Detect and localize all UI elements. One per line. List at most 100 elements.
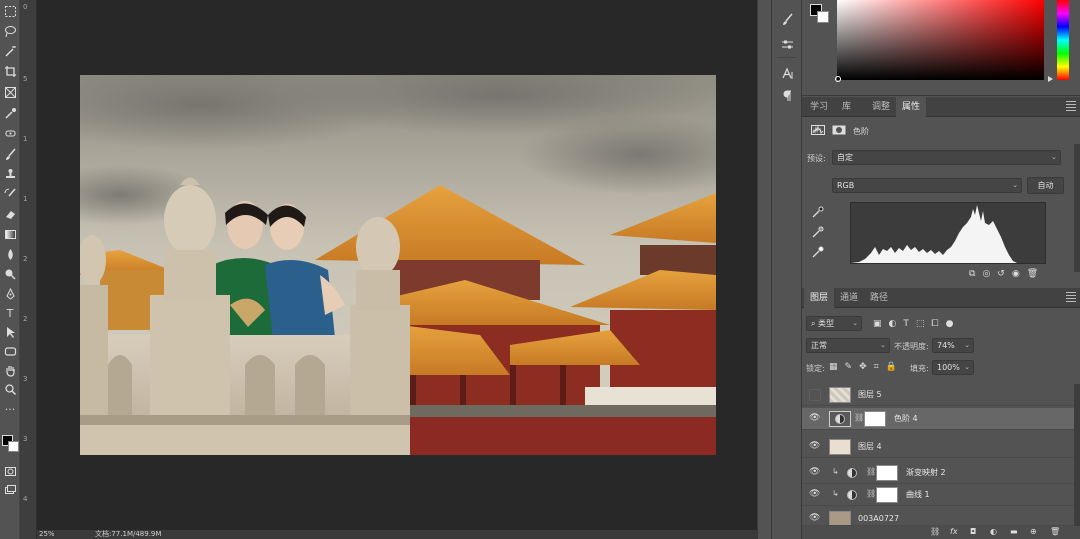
filter-smart-object-icon[interactable]: ⧠	[931, 319, 938, 329]
lock-artboard-icon[interactable]: ⌗	[874, 362, 879, 372]
hand-tool-icon[interactable]	[1, 361, 19, 379]
tab-libraries[interactable]: 库	[836, 97, 857, 117]
layer-name[interactable]: 图层 4	[858, 436, 882, 458]
layer-mask-thumbnail[interactable]	[876, 487, 898, 503]
layer-mask-icon[interactable]	[832, 125, 846, 138]
pen-tool-icon[interactable]	[1, 285, 19, 303]
lock-all-icon[interactable]: 🔒	[886, 362, 897, 372]
tab-adjustments[interactable]: 调整	[866, 97, 896, 117]
foreground-background-swatches[interactable]	[2, 432, 20, 458]
layer-mask-thumbnail[interactable]	[864, 411, 886, 427]
eye-icon[interactable]: 👁	[809, 441, 821, 453]
layer-name[interactable]: 图层 5	[858, 384, 882, 406]
path-selection-tool-icon[interactable]	[1, 323, 19, 341]
auto-button[interactable]: 自动	[1027, 177, 1064, 194]
adjustments-icon[interactable]	[778, 35, 796, 53]
background-color-swatch[interactable]	[8, 441, 19, 452]
white-point-eyedropper-icon[interactable]	[812, 246, 824, 258]
gradient-tool-icon[interactable]	[1, 225, 19, 243]
brush-settings-icon[interactable]	[778, 10, 796, 28]
character-icon[interactable]	[778, 64, 796, 82]
link-icon[interactable]: ⛓	[854, 413, 864, 422]
channel-dropdown[interactable]: RGB ⌄	[832, 178, 1022, 193]
paragraph-icon[interactable]	[778, 86, 796, 104]
clone-stamp-tool-icon[interactable]	[1, 165, 19, 183]
layer-row[interactable]: 图层 5	[802, 384, 1074, 406]
lock-position-icon[interactable]: ✥	[859, 362, 867, 372]
filter-adjustment-icon[interactable]: ◐	[889, 319, 897, 329]
layer-style-fx-icon[interactable]: fx	[950, 527, 958, 536]
gray-point-eyedropper-icon[interactable]	[812, 226, 824, 238]
toggle-visibility-icon[interactable]: ◉	[1012, 269, 1020, 279]
layer-name[interactable]: 渐变映射 2	[906, 462, 946, 484]
marquee-tool-icon[interactable]	[1, 2, 19, 20]
screen-mode-icon[interactable]	[1, 481, 19, 499]
add-mask-icon[interactable]: ◘	[970, 527, 976, 536]
hue-slider[interactable]	[1057, 0, 1069, 80]
new-adjustment-layer-icon[interactable]: ◐	[990, 527, 997, 536]
filter-pixel-icon[interactable]: ▣	[873, 319, 882, 329]
lasso-tool-icon[interactable]	[1, 22, 19, 40]
layer-row[interactable]: 👁 图层 4	[802, 436, 1074, 458]
blur-tool-icon[interactable]	[1, 245, 19, 263]
eye-icon[interactable]: 👁	[809, 413, 821, 425]
tab-channels[interactable]: 通道	[834, 288, 864, 308]
view-previous-state-icon[interactable]: ◎	[982, 269, 990, 279]
filter-toggle-icon[interactable]: ●	[946, 319, 954, 329]
color-picker-field[interactable]	[837, 0, 1044, 80]
panel-splitter[interactable]	[757, 0, 771, 539]
crop-tool-icon[interactable]	[1, 62, 19, 80]
color-picker-cursor[interactable]	[835, 76, 841, 82]
frame-tool-icon[interactable]	[1, 83, 19, 101]
eye-icon[interactable]: 👁	[809, 467, 821, 479]
more-tools-icon[interactable]: ···	[1, 400, 19, 418]
black-point-eyedropper-icon[interactable]	[812, 206, 824, 218]
rectangle-tool-icon[interactable]	[1, 342, 19, 360]
blend-mode-dropdown[interactable]: 正常 ⌄	[806, 338, 890, 353]
zoom-tool-icon[interactable]	[1, 380, 19, 398]
tab-learn[interactable]: 学习	[804, 97, 834, 117]
dodge-tool-icon[interactable]	[1, 265, 19, 283]
zoom-level[interactable]: 25%	[39, 530, 55, 539]
layer-row[interactable]: 👁 ↳ ⛓ 曲线 1	[802, 484, 1074, 506]
clip-to-layer-icon[interactable]: ⧉	[969, 269, 975, 279]
new-group-icon[interactable]: ▬	[1010, 527, 1018, 536]
new-layer-icon[interactable]: ⊕	[1030, 527, 1037, 536]
eye-icon[interactable]: 👁	[809, 513, 821, 525]
layer-mask-thumbnail[interactable]	[876, 465, 898, 481]
layer-name[interactable]: 曲线 1	[906, 484, 930, 506]
layer-row[interactable]: 👁 ↳ ⛓ 渐变映射 2	[802, 462, 1074, 484]
link-icon[interactable]: ⛓	[866, 489, 876, 498]
canvas-workspace[interactable]	[37, 0, 757, 530]
panel-menu-icon[interactable]	[1066, 101, 1076, 111]
opacity-field[interactable]: 74% ⌄	[932, 338, 974, 353]
fill-field[interactable]: 100% ⌄	[932, 360, 974, 375]
visibility-toggle-empty[interactable]	[809, 389, 821, 401]
trash-icon[interactable]: 🗑	[1050, 527, 1060, 536]
panel-menu-icon[interactable]	[1066, 292, 1076, 302]
preset-dropdown[interactable]: 自定 ⌄	[832, 150, 1061, 165]
type-tool-icon[interactable]: T	[1, 304, 19, 322]
layer-name[interactable]: 003A0727	[858, 508, 899, 525]
brush-tool-icon[interactable]	[1, 145, 19, 163]
levels-histogram[interactable]	[850, 202, 1046, 264]
magic-wand-tool-icon[interactable]	[1, 42, 19, 60]
layer-filter-dropdown[interactable]: ⌕ 类型 ⌄	[806, 316, 862, 331]
healing-brush-tool-icon[interactable]	[1, 124, 19, 142]
eraser-tool-icon[interactable]	[1, 205, 19, 223]
layer-row[interactable]: 👁 003A0727	[802, 508, 1074, 526]
reset-adjustment-icon[interactable]: ↺	[997, 269, 1005, 279]
tab-layers[interactable]: 图层	[804, 288, 835, 308]
eye-icon[interactable]: 👁	[809, 489, 821, 501]
lock-image-pixels-icon[interactable]: ✎	[845, 362, 853, 372]
filter-shape-icon[interactable]: ⬚	[916, 319, 925, 329]
background-color-swatch[interactable]	[817, 11, 829, 23]
properties-scrollbar[interactable]	[1074, 144, 1080, 272]
history-brush-tool-icon[interactable]	[1, 185, 19, 203]
tab-paths[interactable]: 路径	[864, 288, 894, 308]
filter-type-icon[interactable]: T	[903, 319, 909, 329]
layers-scrollbar[interactable]	[1074, 384, 1080, 526]
lock-transparent-pixels-icon[interactable]: ▦	[829, 362, 838, 372]
eyedropper-tool-icon[interactable]	[1, 104, 19, 122]
delete-adjustment-icon[interactable]: 🗑	[1027, 269, 1038, 279]
